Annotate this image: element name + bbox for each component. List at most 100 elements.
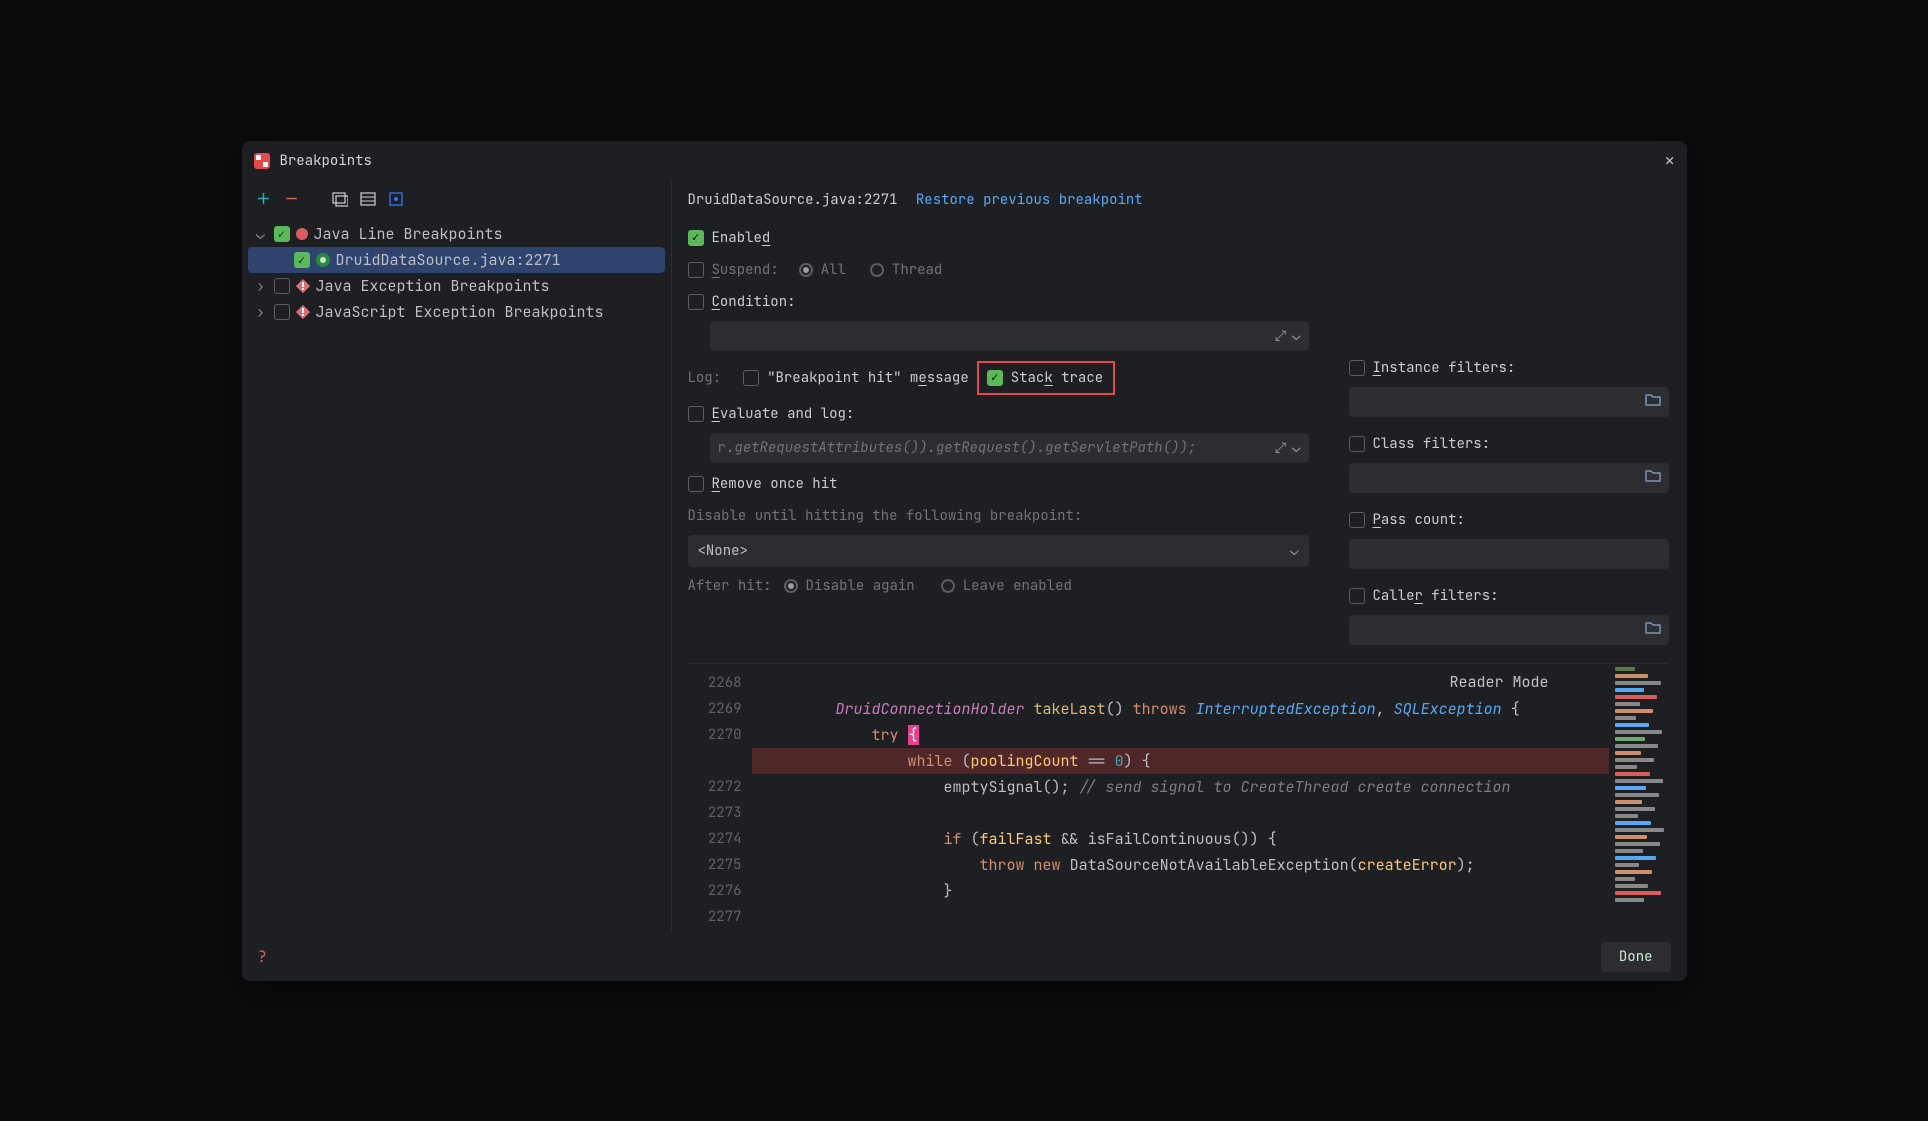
gutter-line[interactable]: 2277 [688, 904, 752, 930]
help-icon[interactable]: ? [258, 946, 268, 967]
disable-until-value: <None> [698, 542, 748, 560]
add-icon[interactable]: ＋ [256, 191, 272, 207]
group-label: JavaScript Exception Breakpoints [316, 302, 604, 322]
gutter-line[interactable]: 2272 [688, 774, 752, 800]
folder-icon[interactable] [1645, 392, 1661, 411]
item-checkbox[interactable] [294, 252, 310, 268]
view-options-icon[interactable] [388, 191, 404, 207]
chevron-down-icon[interactable]: ⌄ [1290, 542, 1298, 560]
eval-log-row[interactable]: Evaluate and log: [688, 401, 1309, 427]
remove-once-checkbox[interactable] [688, 476, 704, 492]
suspend-thread-radio[interactable] [870, 263, 884, 277]
eval-log-input[interactable]: r.getRequestAttributes()).getRequest().g… [710, 433, 1309, 463]
remove-once-row[interactable]: Remove once hit [688, 471, 1309, 497]
group-checkbox[interactable] [274, 304, 290, 320]
enabled-checkbox[interactable] [688, 230, 704, 246]
done-button[interactable]: Done [1601, 942, 1671, 972]
condition-input[interactable]: ⤢ ⌄ [710, 321, 1309, 351]
gutter-line[interactable] [688, 748, 752, 774]
group-by-file-icon[interactable] [332, 191, 348, 207]
close-icon[interactable]: ✕ [1665, 150, 1675, 171]
disable-until-label: Disable until hitting the following brea… [688, 507, 1083, 525]
code-line: throw new DataSourceNotAvailableExceptio… [752, 852, 1609, 878]
code-line: if (failFast && isFailContinuous()) { [752, 826, 1609, 852]
disable-until-row: Disable until hitting the following brea… [688, 503, 1309, 529]
caller-filter-checkbox[interactable] [1349, 588, 1365, 604]
group-checkbox[interactable] [274, 278, 290, 294]
disable-until-select[interactable]: <None> ⌄ [688, 535, 1309, 567]
minimap-line [1615, 877, 1635, 881]
app-icon [254, 153, 270, 169]
tree-item[interactable]: DruidDataSource.java:2271 [248, 247, 665, 273]
breakpoint-icon [296, 228, 308, 240]
instance-filter-checkbox[interactable] [1349, 360, 1365, 376]
eval-log-checkbox[interactable] [688, 406, 704, 422]
condition-row[interactable]: Condition: [688, 289, 1309, 315]
chevron-down-icon[interactable]: ⌄ [1292, 439, 1300, 457]
minimap-line [1615, 758, 1654, 762]
gutter-line[interactable]: 2273 [688, 800, 752, 826]
expand-arrow-icon[interactable]: ⌄ [254, 224, 268, 244]
expand-icon[interactable]: ⤢ [1275, 327, 1286, 345]
minimap-line [1615, 751, 1641, 755]
item-label: DruidDataSource.java:2271 [336, 250, 561, 270]
suspend-row[interactable]: Suspend: All Thread [688, 257, 1309, 283]
pass-count-input[interactable] [1349, 539, 1669, 569]
minimap-line [1615, 688, 1644, 692]
caller-filter-row[interactable]: Caller filters: [1349, 583, 1669, 609]
gutter-line[interactable]: 2274 [688, 826, 752, 852]
log-hit-checkbox[interactable] [743, 370, 759, 386]
minimap-line [1615, 772, 1650, 776]
class-filter-checkbox[interactable] [1349, 436, 1365, 452]
caller-filter-input[interactable] [1349, 615, 1669, 645]
gutter-line[interactable]: 2275 [688, 852, 752, 878]
code-line: emptySignal(); // send signal to CreateT… [752, 774, 1609, 800]
restore-link[interactable]: Restore previous breakpoint [916, 191, 1143, 209]
suspend-checkbox[interactable] [688, 262, 704, 278]
tree-group[interactable]: › Java Exception Breakpoints [248, 273, 665, 299]
minimap-line [1615, 793, 1659, 797]
gutter-line[interactable]: 2269 [688, 696, 752, 722]
remove-icon[interactable]: － [284, 191, 300, 207]
after-hit-row: After hit: Disable again Leave enabled [688, 573, 1309, 599]
group-by-class-icon[interactable] [360, 191, 376, 207]
folder-icon[interactable] [1645, 468, 1661, 487]
enabled-row[interactable]: Enabled [688, 225, 1309, 251]
folder-icon[interactable] [1645, 620, 1661, 639]
gutter: 226822692270 227222732274227522762277 [688, 664, 752, 933]
after-hit-label: After hit: [688, 577, 772, 595]
suspend-thread-label: Thread [892, 261, 942, 279]
gutter-line[interactable]: 2276 [688, 878, 752, 904]
minimap-line [1615, 884, 1648, 888]
pass-count-row[interactable]: Pass count: [1349, 507, 1669, 533]
minimap[interactable] [1609, 664, 1669, 933]
minimap-line [1615, 898, 1644, 902]
eval-log-label: Evaluate and log: [712, 405, 855, 423]
tree-group[interactable]: › JavaScript Exception Breakpoints [248, 299, 665, 325]
expand-arrow-icon[interactable]: › [254, 276, 268, 296]
pass-count-checkbox[interactable] [1349, 512, 1365, 528]
condition-checkbox[interactable] [688, 294, 704, 310]
group-checkbox[interactable] [274, 226, 290, 242]
eval-log-value: r.getRequestAttributes()).getRequest().g… [718, 439, 1197, 457]
class-filter-row[interactable]: Class filters: [1349, 431, 1669, 457]
expand-arrow-icon[interactable]: › [254, 302, 268, 322]
code-line: while (poolingCount == 0) { [752, 748, 1609, 774]
after-hit-leave-radio[interactable] [941, 579, 955, 593]
instance-filter-row[interactable]: Instance filters: [1349, 355, 1669, 381]
chevron-down-icon[interactable]: ⌄ [1292, 327, 1300, 345]
expand-icon[interactable]: ⤢ [1275, 439, 1286, 457]
log-row: Log: "Breakpoint hit" message Stack trac… [688, 361, 1309, 395]
suspend-all-radio[interactable] [799, 263, 813, 277]
minimap-line [1615, 849, 1643, 853]
minimap-line [1615, 723, 1649, 727]
instance-filter-input[interactable] [1349, 387, 1669, 417]
reader-mode-label[interactable]: Reader Mode [1449, 672, 1548, 692]
after-hit-disable-radio[interactable] [784, 579, 798, 593]
minimap-line [1615, 744, 1658, 748]
class-filter-input[interactable] [1349, 463, 1669, 493]
gutter-line[interactable]: 2268 [688, 670, 752, 696]
stack-trace-checkbox[interactable] [987, 370, 1003, 386]
gutter-line[interactable]: 2270 [688, 722, 752, 748]
tree-group[interactable]: ⌄ Java Line Breakpoints [248, 221, 665, 247]
